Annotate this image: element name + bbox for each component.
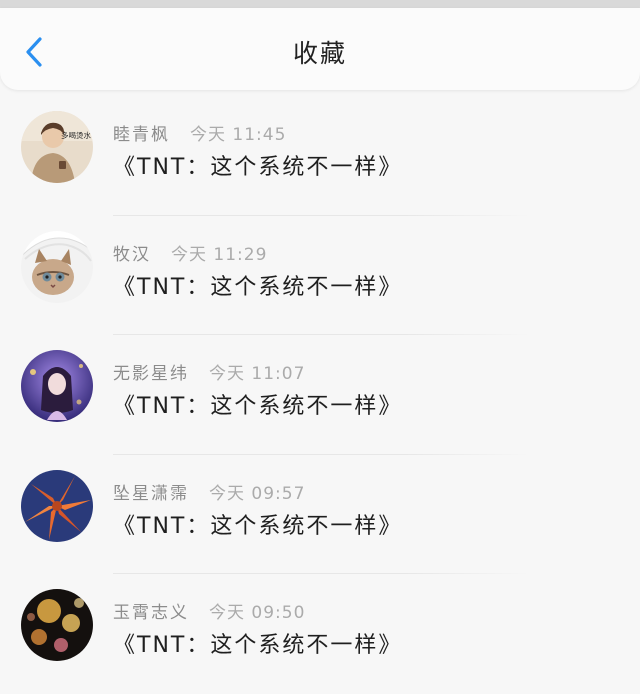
timestamp: 今天 11:45 xyxy=(190,125,287,145)
item-content: 《TNT：这个系统不一样》 xyxy=(113,513,403,539)
list-item[interactable]: 无影星纬 今天 11:07 《TNT：这个系统不一样》 xyxy=(0,335,640,455)
item-content: 《TNT：这个系统不一样》 xyxy=(113,633,403,658)
avatar[interactable] xyxy=(21,469,93,542)
item-content: 《TNT：这个系统不一样》 xyxy=(113,274,403,300)
status-strip xyxy=(0,0,640,8)
author-name: 无影星纬 xyxy=(113,364,189,384)
header: 收藏 xyxy=(0,8,640,90)
avatar[interactable] xyxy=(21,230,93,303)
item-meta: 睦青枫 今天 11:45 xyxy=(113,120,286,145)
timestamp: 今天 09:57 xyxy=(209,483,306,504)
favorites-list: 多喝烫水 睦青枫 今天 11:45 《TNT：这个系统不一样》 牧汉 今天 11… xyxy=(0,96,640,694)
list-item[interactable]: 牧汉 今天 11:29 《TNT：这个系统不一样》 xyxy=(0,216,640,335)
author-name: 玉霄志义 xyxy=(113,603,189,623)
item-meta: 牧汉 今天 11:29 xyxy=(113,240,267,265)
svg-text:多喝烫水: 多喝烫水 xyxy=(61,130,91,140)
list-item[interactable]: 坠星潇霈 今天 09:57 《TNT：这个系统不一样》 xyxy=(0,455,640,574)
list-item[interactable]: 玉霄志义 今天 09:50 《TNT：这个系统不一样》 xyxy=(0,574,640,694)
page-title: 收藏 xyxy=(292,39,347,68)
item-meta: 玉霄志义 今天 09:50 xyxy=(113,598,305,623)
list-item[interactable]: 多喝烫水 睦青枫 今天 11:45 《TNT：这个系统不一样》 xyxy=(0,96,640,216)
timestamp: 今天 09:50 xyxy=(209,603,306,623)
item-content: 《TNT：这个系统不一样》 xyxy=(113,394,403,419)
author-name: 坠星潇霈 xyxy=(113,483,189,504)
timestamp: 今天 11:29 xyxy=(171,244,268,265)
avatar[interactable] xyxy=(21,589,93,661)
item-meta: 坠星潇霈 今天 09:57 xyxy=(113,479,305,504)
timestamp: 今天 11:07 xyxy=(209,364,306,384)
avatar[interactable] xyxy=(21,350,93,422)
avatar[interactable]: 多喝烫水 xyxy=(21,111,93,183)
item-meta: 无影星纬 今天 11:07 xyxy=(113,359,305,384)
author-name: 睦青枫 xyxy=(113,125,170,145)
author-name: 牧汉 xyxy=(113,244,151,265)
item-content: 《TNT：这个系统不一样》 xyxy=(113,155,403,180)
